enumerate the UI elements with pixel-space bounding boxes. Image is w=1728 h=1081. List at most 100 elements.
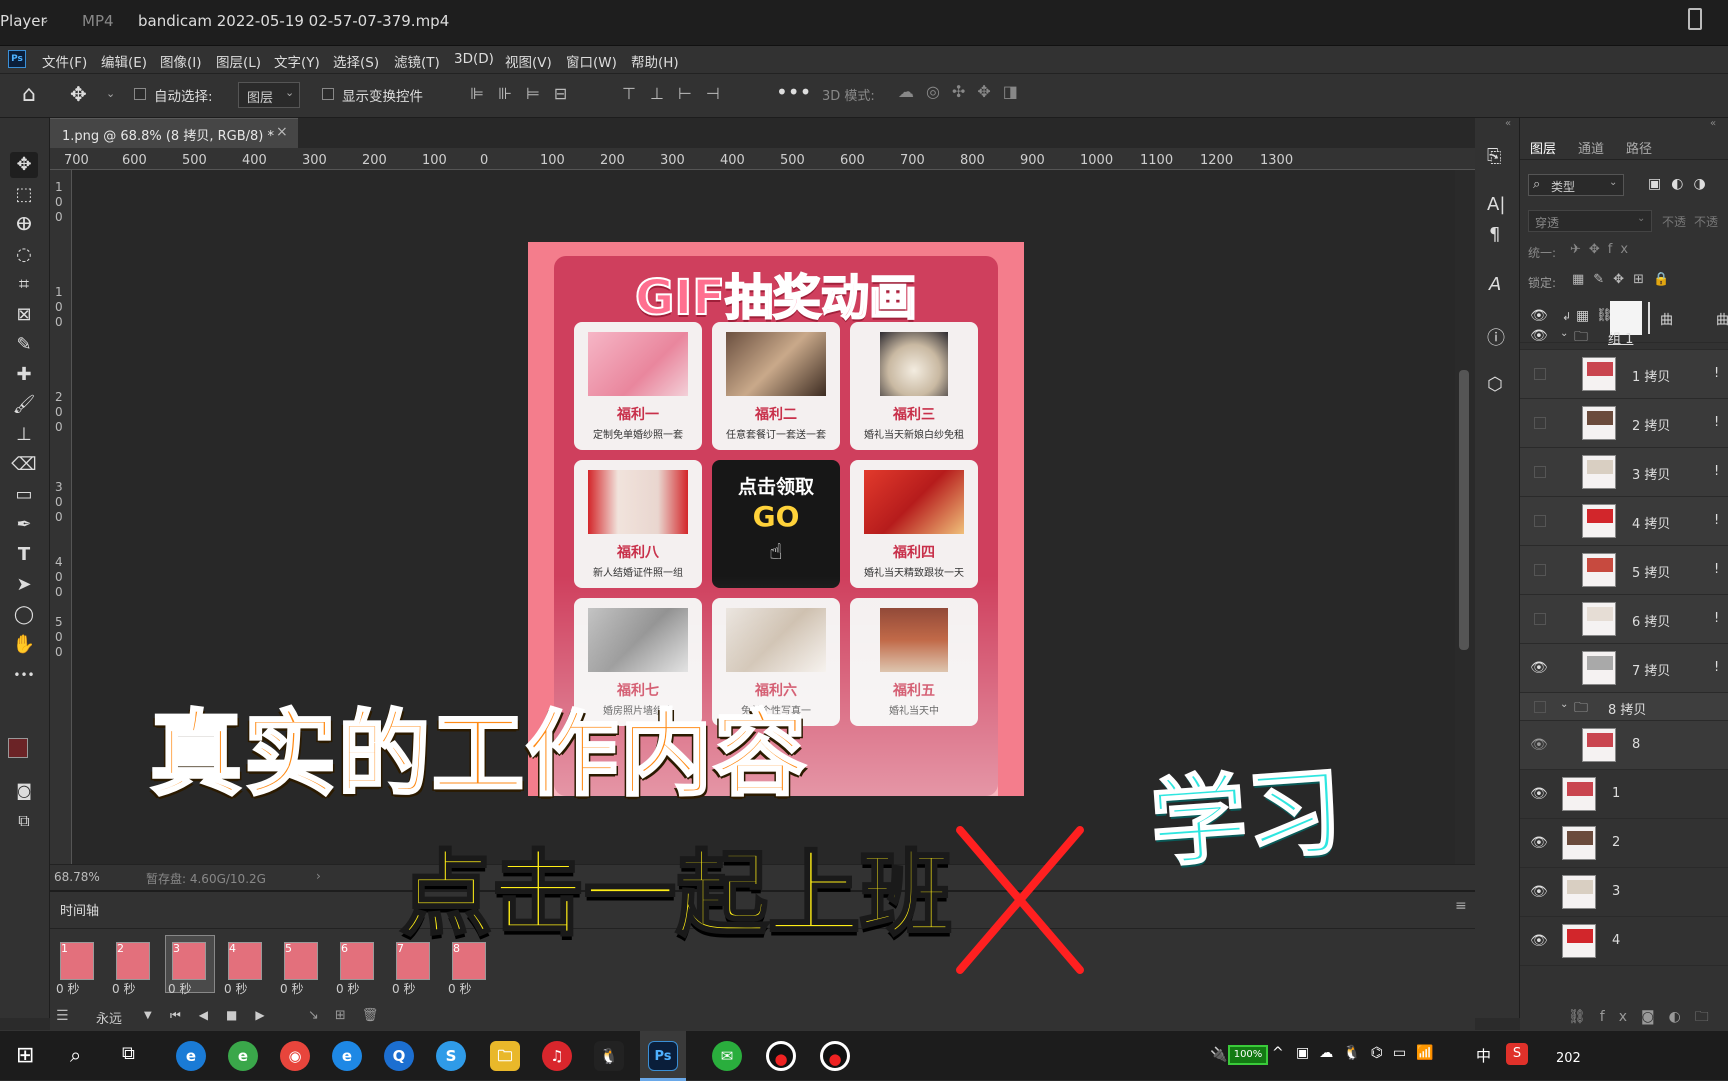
- gradient-tool-icon[interactable]: ▭: [10, 482, 38, 508]
- tray-icons[interactable]: ▣☁🐧⌬▭📶: [1296, 1045, 1444, 1061]
- menu-file[interactable]: 文件(F): [42, 51, 87, 71]
- layer-row[interactable]: 👁 8: [1520, 721, 1728, 770]
- menu-3d[interactable]: 3D(D): [454, 51, 494, 67]
- paragraph-panel-icon[interactable]: ¶: [1489, 224, 1500, 245]
- menu-help[interactable]: 帮助(H): [631, 51, 679, 71]
- draw-button[interactable]: 点击领取 GO ☝: [712, 460, 840, 588]
- tab-paths[interactable]: 路径: [1626, 138, 1652, 157]
- menu-edit[interactable]: 编辑(E): [101, 51, 147, 71]
- move-tool-icon[interactable]: ✥: [10, 152, 38, 178]
- collapse-icon[interactable]: «: [1710, 118, 1716, 129]
- frame-tool-icon[interactable]: ⊠: [10, 302, 38, 328]
- layer-row[interactable]: 👁 2: [1520, 819, 1728, 868]
- eye-icon[interactable]: 👁: [1530, 933, 1548, 949]
- quick-select-tool-icon[interactable]: ◌: [10, 242, 38, 268]
- tab-channels[interactable]: 通道: [1578, 138, 1604, 157]
- layer-group-1[interactable]: 👁 ⌄ 🗀 组 1: [1520, 322, 1728, 350]
- layer-row[interactable]: 1 拷贝 !: [1520, 350, 1728, 399]
- brush-tool-icon[interactable]: 🖌: [10, 392, 38, 418]
- home-icon[interactable]: ⌂: [22, 82, 36, 107]
- eye-icon[interactable]: 👁: [1530, 786, 1548, 802]
- path-select-tool-icon[interactable]: ➤: [10, 572, 38, 598]
- edge-browser-icon[interactable]: e: [176, 1041, 206, 1071]
- timeline-frame[interactable]: 4 0 秒: [222, 936, 270, 996]
- layer-row[interactable]: 3 拷贝 !: [1520, 448, 1728, 497]
- layer-row[interactable]: 5 拷贝 !: [1520, 546, 1728, 595]
- playback-controls[interactable]: ⏮◀■▶: [170, 1008, 283, 1023]
- chevron-down-icon[interactable]: ▼: [144, 1010, 152, 1021]
- qq-icon[interactable]: 🐧: [594, 1041, 624, 1071]
- eye-icon[interactable]: 👁: [1530, 660, 1548, 676]
- eraser-tool-icon[interactable]: ⌫: [10, 452, 38, 478]
- scrollbar-thumb[interactable]: [1459, 370, 1469, 650]
- battery-indicator[interactable]: 100%: [1228, 1045, 1268, 1065]
- glyphs-panel-icon[interactable]: A: [1489, 274, 1501, 295]
- timeline-frame[interactable]: 6 0 秒: [334, 936, 382, 996]
- layer-filter-dropdown[interactable]: ⌕ 类型 ⌄: [1528, 174, 1624, 196]
- frame-delay[interactable]: 0 秒: [56, 980, 79, 997]
- netease-music-icon[interactable]: ♫: [542, 1041, 572, 1071]
- frame-delay[interactable]: 0 秒: [448, 980, 471, 997]
- crop-tool-icon[interactable]: ⌗: [10, 272, 38, 298]
- distribute-icons[interactable]: ⊤⊥⊢⊣: [622, 84, 734, 103]
- layer-row[interactable]: 👁 4: [1520, 917, 1728, 966]
- layer-row[interactable]: 2 拷贝 !: [1520, 399, 1728, 448]
- timeline-title[interactable]: 时间轴: [60, 900, 99, 919]
- windows-start-icon[interactable]: ⊞: [16, 1043, 34, 1068]
- foreground-color-swatch[interactable]: [8, 738, 28, 758]
- unify-icons[interactable]: ✈✥fx: [1570, 242, 1636, 257]
- file-explorer-icon[interactable]: 🗀: [490, 1041, 520, 1071]
- lasso-tool-icon[interactable]: ⴲ: [10, 212, 38, 238]
- move-tool-icon[interactable]: ✥: [70, 82, 87, 106]
- timeline-frame[interactable]: 1 0 秒: [54, 936, 102, 996]
- visibility-toggle[interactable]: [1534, 613, 1546, 625]
- bandicam-record-icon[interactable]: ●: [766, 1041, 796, 1071]
- chevron-down-icon[interactable]: ⌄: [106, 87, 115, 100]
- layer-actions-icons[interactable]: ⛓fx◙◐🗀: [1568, 1006, 1723, 1030]
- menu-view[interactable]: 视图(V): [505, 51, 552, 71]
- layer-row[interactable]: 4 拷贝 !: [1520, 497, 1728, 546]
- convert-icon[interactable]: ☰: [56, 1008, 69, 1024]
- character-panel-icon[interactable]: A|: [1487, 194, 1505, 215]
- menu-filter[interactable]: 滤镜(T): [394, 51, 440, 71]
- visibility-toggle[interactable]: [1534, 564, 1546, 576]
- menu-layer[interactable]: 图层(L): [216, 51, 261, 71]
- menu-type[interactable]: 文字(Y): [274, 51, 320, 71]
- window-restore-icon[interactable]: [1688, 8, 1702, 30]
- eye-icon[interactable]: 👁: [1530, 835, 1548, 851]
- layer-row[interactable]: 👁 1: [1520, 770, 1728, 819]
- ie-browser-icon[interactable]: e: [332, 1041, 362, 1071]
- eye-icon[interactable]: 👁: [1530, 884, 1548, 900]
- vertical-scrollbar[interactable]: [1455, 170, 1475, 864]
- menu-image[interactable]: 图像(I): [160, 51, 202, 71]
- chevron-down-icon[interactable]: ⌄: [1560, 328, 1568, 339]
- visibility-toggle[interactable]: [1534, 701, 1546, 713]
- frame-delay[interactable]: 0 秒: [280, 980, 303, 997]
- timeline-frame-selected[interactable]: 3 0 秒: [165, 935, 215, 996]
- lock-icons[interactable]: ▦✎✥⊞🔒: [1572, 272, 1678, 287]
- auto-select-checkbox[interactable]: [134, 88, 146, 100]
- chevron-up-icon[interactable]: ^: [1272, 1045, 1284, 1061]
- sogou-input-icon[interactable]: S: [1506, 1043, 1528, 1065]
- stamp-tool-icon[interactable]: ⊥: [10, 422, 38, 448]
- menu-select[interactable]: 选择(S): [333, 51, 379, 71]
- hand-tool-icon[interactable]: ✋: [10, 632, 38, 658]
- browser-360-icon[interactable]: e: [228, 1041, 258, 1071]
- power-plug-icon[interactable]: 🔌: [1210, 1047, 1227, 1063]
- tab-layers[interactable]: 图层: [1530, 138, 1556, 157]
- filter-type-icons[interactable]: ▣◐◑: [1648, 176, 1716, 192]
- frame-delay[interactable]: 0 秒: [392, 980, 415, 997]
- bandicam-record-icon[interactable]: ●: [820, 1041, 850, 1071]
- task-view-icon[interactable]: ⧉: [122, 1043, 135, 1064]
- chevron-down-icon[interactable]: ⌄: [1560, 699, 1568, 710]
- frame-actions[interactable]: ↘⊞🗑: [308, 1008, 394, 1023]
- more-options-icon[interactable]: •••: [776, 80, 811, 104]
- healing-tool-icon[interactable]: ✚: [10, 362, 38, 388]
- visibility-toggle[interactable]: [1534, 368, 1546, 380]
- info-panel-icon[interactable]: ⓘ: [1487, 324, 1505, 350]
- chevron-down-icon[interactable]: ⌄: [40, 12, 50, 26]
- 3d-mode-icons[interactable]: ☁◎✣✥◨: [898, 82, 1030, 101]
- frame-delay[interactable]: 0 秒: [112, 980, 135, 997]
- layer-row[interactable]: 👁 3: [1520, 868, 1728, 917]
- frame-delay[interactable]: 0 秒: [336, 980, 359, 997]
